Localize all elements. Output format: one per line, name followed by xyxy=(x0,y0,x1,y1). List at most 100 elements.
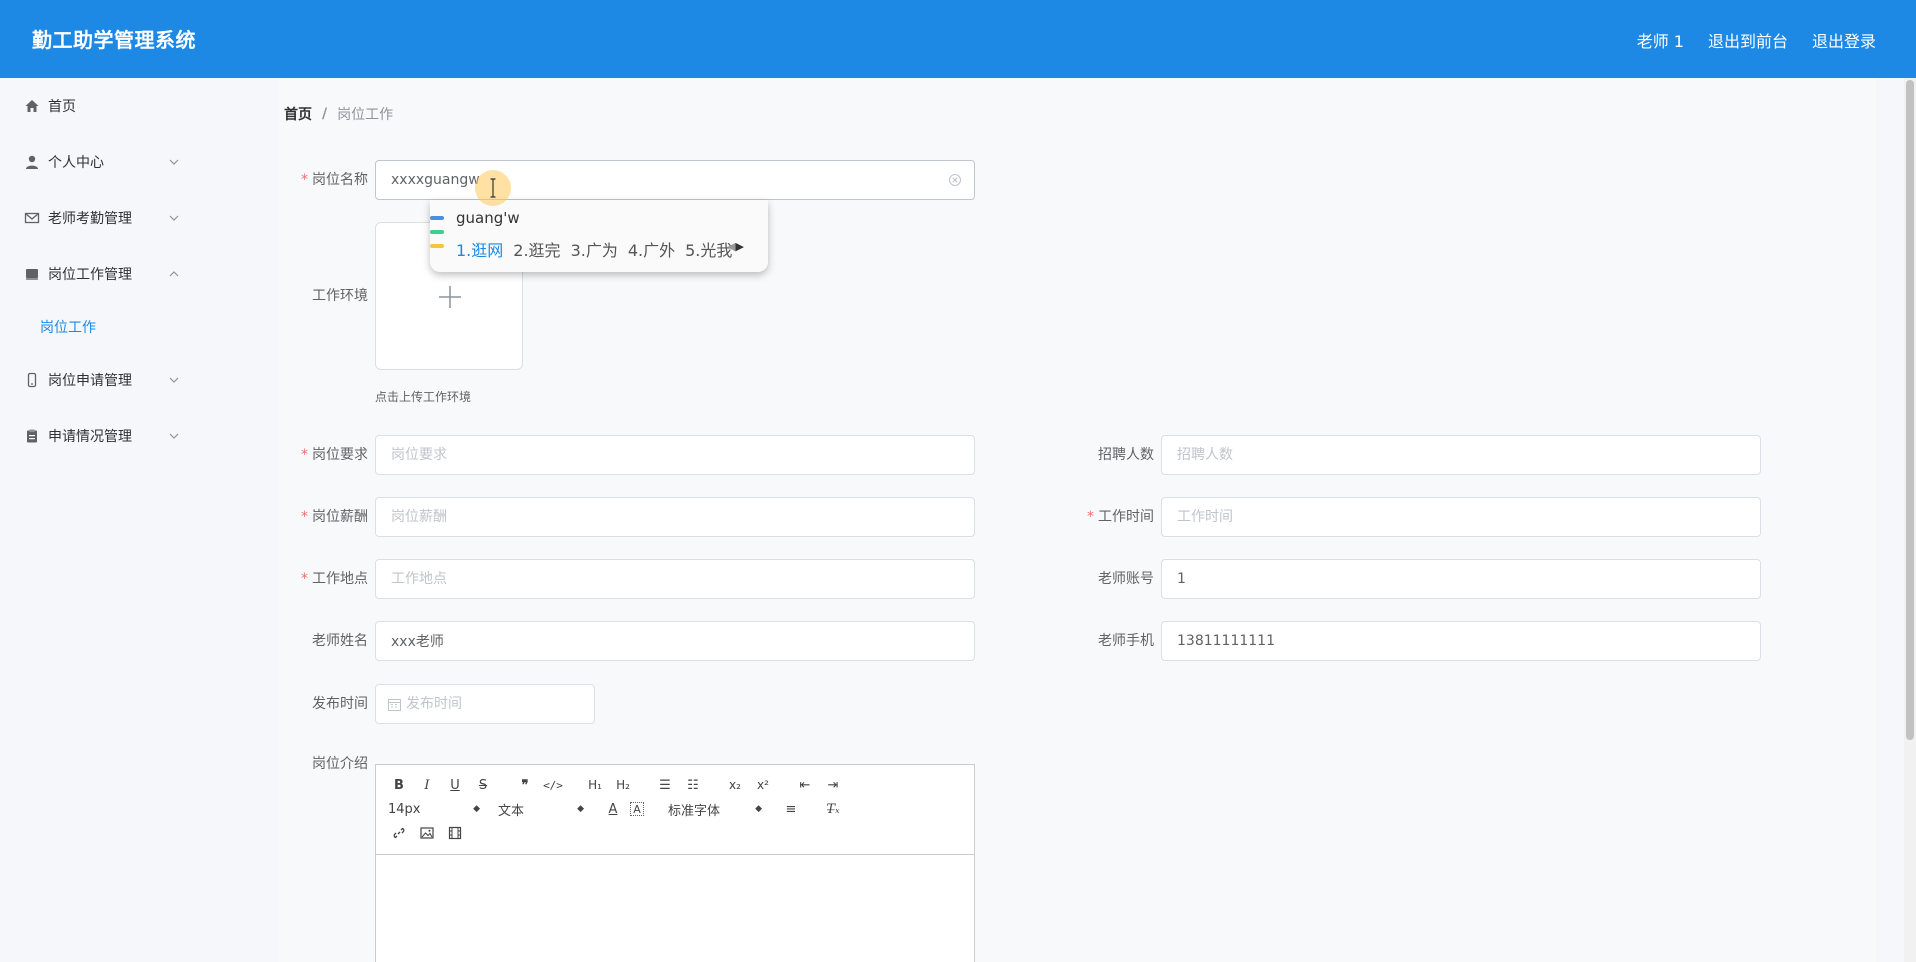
text-type-select[interactable]: 文本 ◆ xyxy=(498,799,584,819)
breadcrumb-home[interactable]: 首页 xyxy=(284,104,312,124)
superscript-icon[interactable]: x² xyxy=(752,775,774,795)
clear-format-icon[interactable]: T̶ₓ xyxy=(822,799,844,819)
sidebar-item-home[interactable]: 首页 xyxy=(0,78,258,134)
job-name-label: * 岗位名称 xyxy=(301,172,368,188)
home-icon xyxy=(25,100,39,112)
publish-time-label: 发布时间 xyxy=(312,696,368,712)
current-user[interactable]: 老师 1 xyxy=(1637,28,1684,52)
ime-candidate[interactable]: 3.广为 xyxy=(571,237,618,261)
editor-toolbar: B I U S ❞ </> H₁ H₂ ☰ ☷ x₂ x² ⇤ ⇥ 14px ◆ … xyxy=(376,765,974,855)
bullet-list-icon[interactable]: ☷ xyxy=(682,775,704,795)
upload-tip: 点击上传工作环境 xyxy=(375,390,472,404)
clipboard-icon xyxy=(27,429,37,443)
user-icon xyxy=(26,155,38,169)
mail-icon xyxy=(24,212,40,224)
caret-left-icon[interactable]: ◀ xyxy=(727,240,735,253)
indent-icon[interactable]: ⇥ xyxy=(822,775,844,795)
italic-icon[interactable]: I xyxy=(416,775,438,795)
app-title: 勤工助学管理系统 xyxy=(32,28,196,52)
sidebar-item-label: 岗位申请管理 xyxy=(48,373,132,389)
clear-circle-icon[interactable] xyxy=(948,173,962,187)
ime-bar-blue xyxy=(430,216,444,220)
font-size-select[interactable]: 14px ◆ xyxy=(388,799,480,819)
publish-time-input[interactable] xyxy=(406,685,586,723)
job-name-input[interactable] xyxy=(375,160,975,200)
work-time-label: * 工作时间 xyxy=(1087,509,1154,525)
location-input[interactable] xyxy=(375,559,975,599)
headcount-input[interactable] xyxy=(1161,435,1761,475)
breadcrumb: 首页 / 岗位工作 xyxy=(284,104,393,124)
strike-icon[interactable]: S xyxy=(472,775,494,795)
ime-candidate[interactable]: 1.逛网 xyxy=(456,237,503,261)
top-header: 勤工助学管理系统 老师 1 退出到前台 退出登录 xyxy=(0,0,1916,78)
mouse-cursor-highlight xyxy=(475,170,511,206)
teacher-phone-label: 老师手机 xyxy=(1098,633,1154,649)
breadcrumb-separator: / xyxy=(322,106,328,122)
video-icon[interactable] xyxy=(444,823,466,843)
sidebar-item-label: 个人中心 xyxy=(48,155,104,171)
chevron-up-icon xyxy=(169,271,179,277)
folder-icon xyxy=(26,269,38,280)
text-cursor-icon xyxy=(490,178,496,198)
salary-input[interactable] xyxy=(375,497,975,537)
outdent-icon[interactable]: ⇤ xyxy=(794,775,816,795)
underline-icon[interactable]: U xyxy=(444,775,466,795)
toolbar-row-2: 14px ◆ 文本 ◆ A A 标准字体 ◆ ≡ T̶ₓ xyxy=(388,799,850,819)
teacher-account-label: 老师账号 xyxy=(1098,571,1154,587)
work-time-input[interactable] xyxy=(1161,497,1761,537)
ime-candidate[interactable]: 2.逛完 xyxy=(513,237,560,261)
heading-1-icon[interactable]: H₁ xyxy=(584,775,606,795)
image-icon[interactable] xyxy=(416,823,438,843)
sidebar-item-label: 申请情况管理 xyxy=(48,429,132,445)
requirement-input[interactable] xyxy=(375,435,975,475)
toolbar-row-3 xyxy=(388,823,472,843)
ime-page-nav[interactable]: ◀▶ xyxy=(727,240,744,253)
sidebar-item-application-status[interactable]: 申请情况管理 xyxy=(0,408,258,464)
page-scrollbar[interactable] xyxy=(1904,78,1916,962)
link-icon[interactable] xyxy=(388,823,410,843)
font-family-select[interactable]: 标准字体 ◆ xyxy=(668,799,762,819)
ordered-list-icon[interactable]: ☰ xyxy=(654,775,676,795)
environment-label: 工作环境 xyxy=(312,288,368,304)
teacher-name-label: 老师姓名 xyxy=(312,633,368,649)
subscript-icon[interactable]: x₂ xyxy=(724,775,746,795)
code-block-icon[interactable]: </> xyxy=(542,775,564,795)
teacher-phone-input[interactable] xyxy=(1161,621,1761,661)
sidebar-item-job-management[interactable]: 岗位工作管理 xyxy=(0,246,258,302)
headcount-label: 招聘人数 xyxy=(1098,447,1154,463)
font-color-icon[interactable]: A xyxy=(602,799,624,819)
calendar-icon xyxy=(388,699,401,711)
location-label: * 工作地点 xyxy=(301,571,368,587)
editor-content[interactable] xyxy=(376,855,974,962)
salary-label: * 岗位薪酬 xyxy=(301,509,368,525)
chevron-down-icon xyxy=(169,159,179,165)
sidebar-item-label: 老师考勤管理 xyxy=(48,211,132,227)
publish-time-picker[interactable] xyxy=(375,684,595,724)
logout-link[interactable]: 退出登录 xyxy=(1812,28,1876,52)
caret-right-icon[interactable]: ▶ xyxy=(736,240,744,253)
teacher-name-input[interactable] xyxy=(375,621,975,661)
plus-icon xyxy=(439,286,461,308)
ime-candidates: 1.逛网 2.逛完 3.广为 4.广外 5.光我 xyxy=(456,237,732,261)
chevron-down-icon xyxy=(169,433,179,439)
sidebar: 首页 个人中心 老师考勤管理 岗位工作管理 岗位工作 岗位申请管理 申请情况管理 xyxy=(0,78,258,962)
ime-candidate[interactable]: 4.广外 xyxy=(628,237,675,261)
align-icon[interactable]: ≡ xyxy=(780,799,802,819)
sidebar-subitem-job[interactable]: 岗位工作 xyxy=(0,302,258,352)
heading-2-icon[interactable]: H₂ xyxy=(612,775,634,795)
ime-candidate[interactable]: 5.光我 xyxy=(685,237,732,261)
ime-composition: guang'w xyxy=(456,209,520,227)
background-color-icon[interactable]: A xyxy=(630,802,644,816)
sidebar-item-application-management[interactable]: 岗位申请管理 xyxy=(0,352,258,408)
blockquote-icon[interactable]: ❞ xyxy=(514,775,536,795)
chevron-down-icon xyxy=(169,377,179,383)
scrollbar-thumb[interactable] xyxy=(1906,80,1914,740)
sidebar-item-attendance[interactable]: 老师考勤管理 xyxy=(0,190,258,246)
sidebar-item-label: 首页 xyxy=(48,99,76,115)
sidebar-item-profile[interactable]: 个人中心 xyxy=(0,134,258,190)
exit-to-front-link[interactable]: 退出到前台 xyxy=(1708,28,1788,52)
bold-icon[interactable]: B xyxy=(388,775,410,795)
ime-bar-yellow xyxy=(430,244,444,248)
requirement-label: * 岗位要求 xyxy=(301,447,368,463)
teacher-account-input[interactable] xyxy=(1161,559,1761,599)
